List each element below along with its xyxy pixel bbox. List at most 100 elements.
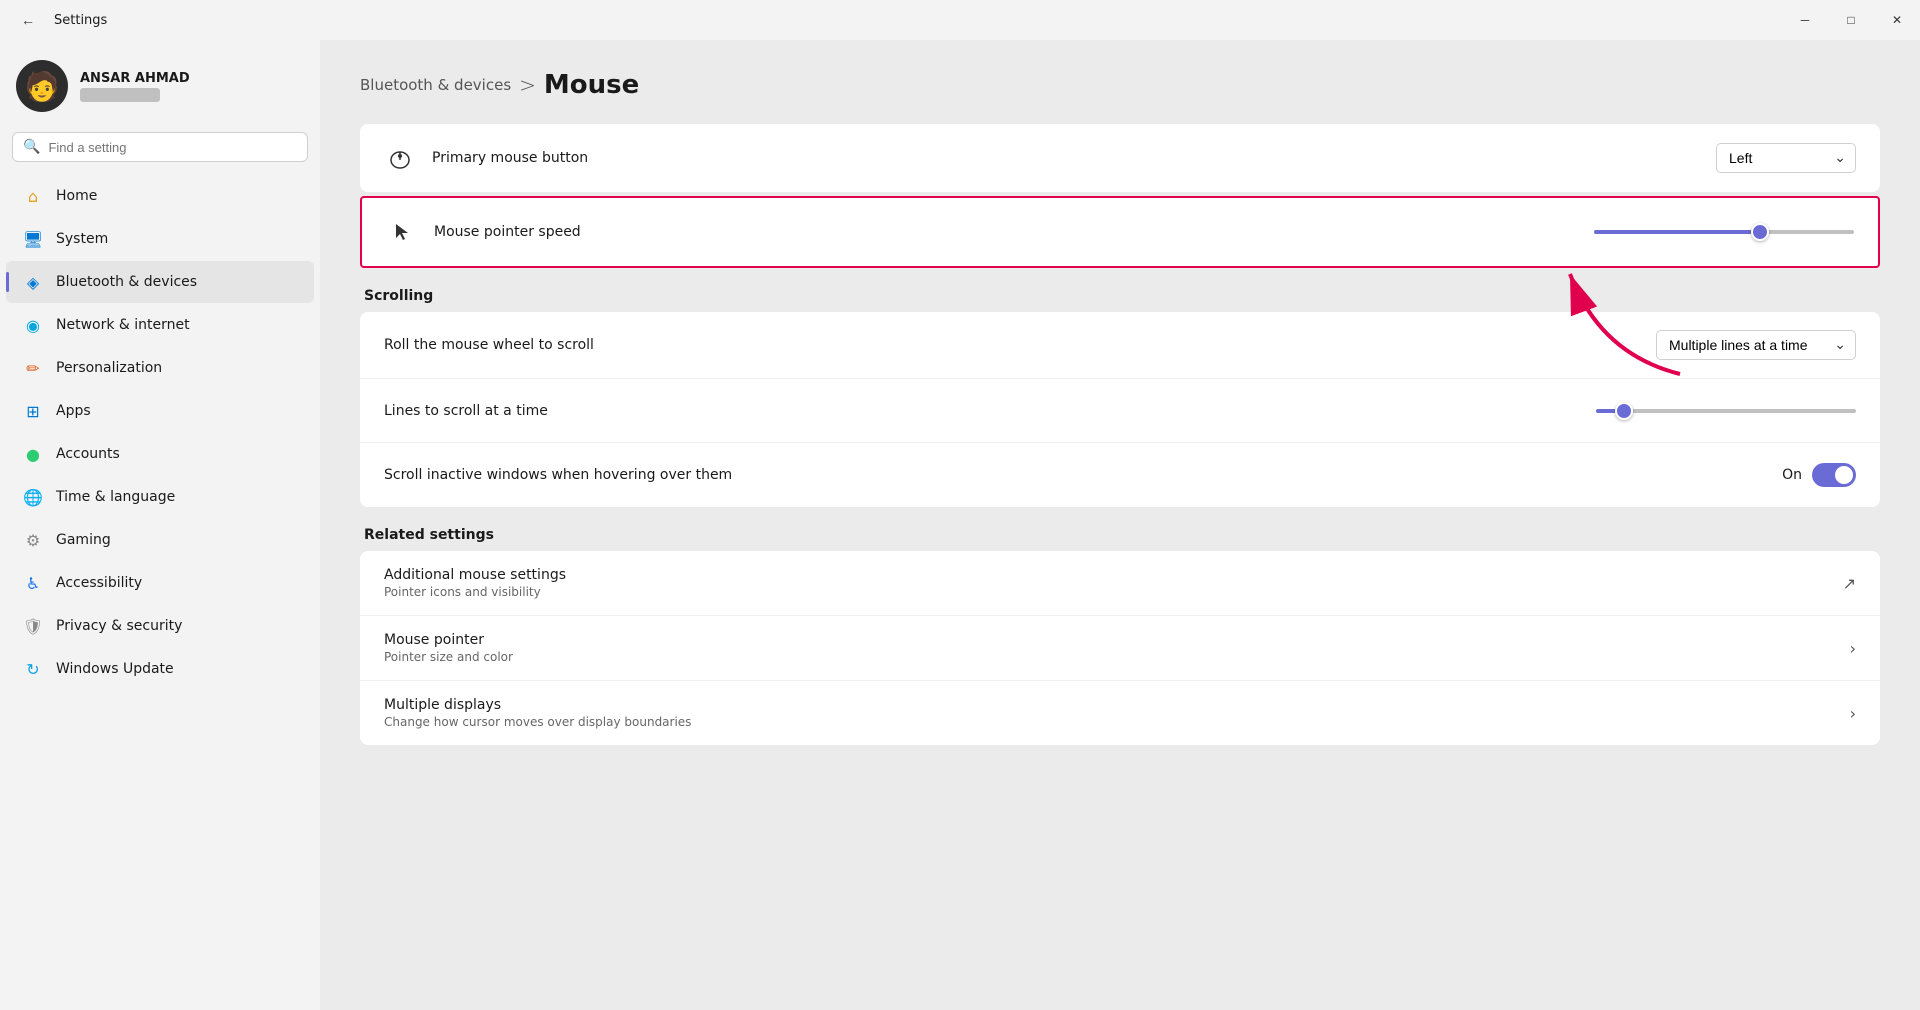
primary-mouse-button-card: Primary mouse button Left Right — [360, 124, 1880, 192]
sidebar-item-apps[interactable]: ⊞ Apps — [6, 390, 314, 432]
related-row-additional-mouse-sub: Pointer icons and visibility — [384, 585, 1843, 599]
close-button[interactable]: ✕ — [1874, 0, 1920, 40]
accessibility-label: Accessibility — [56, 575, 142, 591]
primary-mouse-button-row: Primary mouse button Left Right — [360, 124, 1880, 192]
sidebar-item-gaming[interactable]: ⚙ Gaming — [6, 519, 314, 561]
gaming-label: Gaming — [56, 532, 111, 548]
roll-mouse-wheel-label: Roll the mouse wheel to scroll — [384, 337, 1656, 353]
gaming-icon: ⚙ — [22, 529, 44, 551]
titlebar: ← Settings ─ □ ✕ — [0, 0, 1920, 40]
apps-icon: ⊞ — [22, 400, 44, 422]
scrolling-card: Roll the mouse wheel to scroll Multiple … — [360, 312, 1880, 507]
search-icon: 🔍 — [23, 139, 40, 155]
external-link-icon: ↗ — [1843, 574, 1856, 593]
network-label: Network & internet — [56, 317, 190, 333]
update-label: Windows Update — [56, 661, 174, 677]
lines-to-scroll-slider[interactable] — [1596, 409, 1856, 413]
related-row-multiple-displays-text: Multiple displays Change how cursor move… — [384, 697, 1850, 729]
sidebar: 🧑 ANSAR AHMAD 🔍 ⌂ Home 🖥 System ◈ Bluetooth &… — [0, 40, 320, 1010]
roll-mouse-wheel-row: Roll the mouse wheel to scroll Multiple … — [360, 312, 1880, 379]
apps-label: Apps — [56, 403, 91, 419]
related-row-mouse-pointer-sub: Pointer size and color — [384, 650, 1850, 664]
home-label: Home — [56, 188, 97, 204]
chevron-right-icon-2: › — [1850, 704, 1856, 723]
maximize-button[interactable]: □ — [1828, 0, 1874, 40]
personalization-label: Personalization — [56, 360, 162, 376]
related-row-additional-mouse-title: Additional mouse settings — [384, 567, 1843, 583]
privacy-icon: 🛡 — [22, 615, 44, 637]
related-row-additional-mouse-text: Additional mouse settings Pointer icons … — [384, 567, 1843, 599]
mouse-pointer-speed-slider-wrap — [1594, 230, 1854, 234]
user-name: ANSAR AHMAD — [80, 71, 190, 86]
titlebar-left: ← Settings — [12, 4, 107, 36]
user-profile[interactable]: 🧑 ANSAR AHMAD — [0, 48, 320, 128]
titlebar-title: Settings — [54, 13, 107, 28]
update-icon: ↻ — [22, 658, 44, 680]
related-row-multiple-displays-sub: Change how cursor moves over display bou… — [384, 715, 1850, 729]
breadcrumb-separator: > — [519, 73, 536, 97]
chevron-right-icon-1: › — [1850, 639, 1856, 658]
sidebar-item-accessibility[interactable]: ♿ Accessibility — [6, 562, 314, 604]
bluetooth-label: Bluetooth & devices — [56, 274, 197, 290]
content-wrapper: Primary mouse button Left Right — [360, 124, 1880, 745]
bluetooth-icon: ◈ — [22, 271, 44, 293]
scroll-inactive-toggle[interactable] — [1812, 463, 1856, 487]
user-subtitle — [80, 88, 160, 102]
primary-mouse-button-control: Left Right — [1716, 143, 1856, 173]
related-settings-card: Additional mouse settings Pointer icons … — [360, 551, 1880, 745]
breadcrumb-current: Mouse — [544, 70, 639, 100]
breadcrumb-parent[interactable]: Bluetooth & devices — [360, 76, 511, 94]
scroll-inactive-toggle-label: On — [1782, 467, 1802, 483]
time-icon: 🌐 — [22, 486, 44, 508]
primary-mouse-button-dropdown-wrap[interactable]: Left Right — [1716, 143, 1856, 173]
sidebar-item-privacy[interactable]: 🛡 Privacy & security — [6, 605, 314, 647]
content-area: Bluetooth & devices > Mouse Primary mous… — [320, 40, 1920, 1010]
sidebar-item-update[interactable]: ↻ Windows Update — [6, 648, 314, 690]
mouse-pointer-speed-slider[interactable] — [1594, 230, 1854, 234]
scrolling-section-heading: Scrolling — [360, 288, 1880, 304]
system-icon: 🖥 — [22, 228, 44, 250]
back-button[interactable]: ← — [12, 4, 44, 36]
pointer-icon — [386, 216, 418, 248]
roll-mouse-wheel-dropdown[interactable]: Multiple lines at a time One screen at a… — [1656, 330, 1856, 360]
mouse-pointer-speed-label: Mouse pointer speed — [434, 224, 1594, 240]
sidebar-item-time[interactable]: 🌐 Time & language — [6, 476, 314, 518]
system-label: System — [56, 231, 108, 247]
search-box[interactable]: 🔍 — [12, 132, 308, 162]
accounts-icon: ● — [22, 443, 44, 465]
related-row-mouse-pointer-text: Mouse pointer Pointer size and color — [384, 632, 1850, 664]
accessibility-icon: ♿ — [22, 572, 44, 594]
search-input[interactable] — [48, 140, 297, 155]
mouse-pointer-speed-card: Mouse pointer speed — [360, 196, 1880, 268]
related-row-multiple-displays[interactable]: Multiple displays Change how cursor move… — [360, 681, 1880, 745]
scroll-inactive-label: Scroll inactive windows when hovering ov… — [384, 467, 1782, 483]
minimize-button[interactable]: ─ — [1782, 0, 1828, 40]
sidebar-item-home[interactable]: ⌂ Home — [6, 175, 314, 217]
titlebar-controls: ─ □ ✕ — [1782, 0, 1920, 40]
accounts-label: Accounts — [56, 446, 120, 462]
sidebar-item-accounts[interactable]: ● Accounts — [6, 433, 314, 475]
lines-to-scroll-row: Lines to scroll at a time — [360, 379, 1880, 443]
avatar: 🧑 — [16, 60, 68, 112]
mouse-icon — [384, 142, 416, 174]
mouse-pointer-speed-control — [1594, 230, 1854, 234]
personalization-icon: ✏ — [22, 357, 44, 379]
related-row-mouse-pointer-title: Mouse pointer — [384, 632, 1850, 648]
sidebar-item-personalization[interactable]: ✏ Personalization — [6, 347, 314, 389]
privacy-label: Privacy & security — [56, 618, 182, 634]
related-row-additional-mouse[interactable]: Additional mouse settings Pointer icons … — [360, 551, 1880, 616]
lines-to-scroll-slider-wrap — [1596, 409, 1856, 413]
sidebar-item-bluetooth[interactable]: ◈ Bluetooth & devices — [6, 261, 314, 303]
related-row-multiple-displays-title: Multiple displays — [384, 697, 1850, 713]
sidebar-item-network[interactable]: ◉Network & internet — [6, 304, 314, 346]
home-icon: ⌂ — [22, 185, 44, 207]
related-settings-heading: Related settings — [360, 527, 1880, 543]
primary-mouse-button-dropdown[interactable]: Left Right — [1716, 143, 1856, 173]
roll-mouse-wheel-dropdown-wrap[interactable]: Multiple lines at a time One screen at a… — [1656, 330, 1856, 360]
scroll-inactive-row: Scroll inactive windows when hovering ov… — [360, 443, 1880, 507]
scroll-inactive-control: On — [1782, 463, 1856, 487]
time-label: Time & language — [56, 489, 175, 505]
roll-mouse-wheel-control: Multiple lines at a time One screen at a… — [1656, 330, 1856, 360]
sidebar-item-system[interactable]: 🖥 System — [6, 218, 314, 260]
related-row-mouse-pointer[interactable]: Mouse pointer Pointer size and color › — [360, 616, 1880, 681]
